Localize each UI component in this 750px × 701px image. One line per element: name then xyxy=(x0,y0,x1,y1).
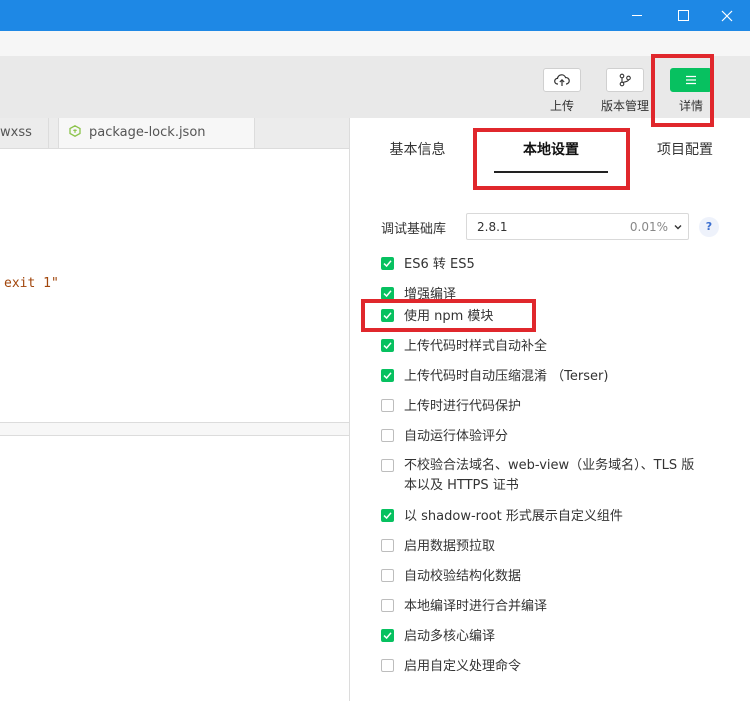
option-label: 不校验合法域名、web-view（业务域名）、TLS 版本以及 HTTPS 证书 xyxy=(404,458,695,493)
tab-basic-info[interactable]: 基本信息 xyxy=(365,118,470,182)
option-label: 自动校验结构化数据 xyxy=(404,569,522,584)
close-button[interactable] xyxy=(704,0,750,31)
option-label: 启动多核心编译 xyxy=(404,629,496,644)
check-icon xyxy=(383,342,392,350)
option-upload-code-protect[interactable]: 上传时进行代码保护 xyxy=(381,398,521,415)
upload-label: 上传 xyxy=(549,99,574,113)
menu-icon xyxy=(670,68,712,92)
option-label: 启用自定义处理命令 xyxy=(404,659,522,674)
check-icon xyxy=(383,312,392,320)
checkbox[interactable] xyxy=(381,257,394,270)
branch-icon xyxy=(606,68,644,92)
checkbox[interactable] xyxy=(381,369,394,382)
option-skip-domain-check[interactable]: 不校验合法域名、web-view（业务域名）、TLS 版本以及 HTTPS 证书 xyxy=(381,458,704,496)
option-label: 上传代码时样式自动补全 xyxy=(404,339,548,354)
option-upload-style-autocomplete[interactable]: 上传代码时样式自动补全 xyxy=(381,338,547,355)
debug-lib-label: 调试基础库 xyxy=(381,222,447,237)
editor-tab-label: wxss xyxy=(0,125,32,140)
details-button[interactable]: 详情 xyxy=(663,68,719,114)
minimize-button[interactable] xyxy=(614,0,660,31)
tab-label: 基本信息 xyxy=(389,142,446,158)
chevron-down-icon xyxy=(674,225,682,230)
editor-tab-bar: wxss package-lock.json xyxy=(0,118,350,149)
upload-button[interactable]: 上传 xyxy=(534,68,590,114)
option-use-npm-module[interactable]: 使用 npm 模块 xyxy=(381,308,493,325)
option-es6-to-es5[interactable]: ES6 转 ES5 xyxy=(381,256,475,273)
check-icon xyxy=(383,372,392,380)
checkbox[interactable] xyxy=(381,569,394,582)
option-label: 增强编译 xyxy=(404,287,457,302)
option-label: 启用数据预拉取 xyxy=(404,539,496,554)
checkbox[interactable] xyxy=(381,309,394,322)
option-label: 使用 npm 模块 xyxy=(404,309,494,324)
option-merge-compile[interactable]: 本地编译时进行合并编译 xyxy=(381,598,547,615)
checkbox[interactable] xyxy=(381,509,394,522)
option-auto-run-score[interactable]: 自动运行体验评分 xyxy=(381,428,508,445)
lib-usage-percent: 0.01% xyxy=(629,220,668,234)
checkbox[interactable] xyxy=(381,659,394,672)
json-file-icon xyxy=(69,125,81,137)
toolbar: 上传 版本管理 详情 xyxy=(0,56,750,119)
maximize-icon xyxy=(677,10,689,21)
cloud-upload-icon xyxy=(543,68,581,92)
option-upload-minify-terser[interactable]: 上传代码时自动压缩混淆 （Terser) xyxy=(381,368,608,385)
tab-project-config[interactable]: 项目配置 xyxy=(640,118,730,182)
code-line: exit 1" xyxy=(4,276,59,291)
option-label: 上传时进行代码保护 xyxy=(404,399,522,414)
details-label: 详情 xyxy=(678,99,703,113)
close-icon xyxy=(721,10,733,21)
option-label: 本地编译时进行合并编译 xyxy=(404,599,548,614)
panel-divider[interactable] xyxy=(0,422,349,436)
editor-tab-package-lock[interactable]: package-lock.json xyxy=(58,118,255,148)
checkbox[interactable] xyxy=(381,629,394,642)
option-enhanced-compile[interactable]: 增强编译 xyxy=(381,286,456,303)
check-icon xyxy=(383,290,392,298)
checkbox[interactable] xyxy=(381,539,394,552)
lib-version-value: 2.8.1 xyxy=(477,220,508,234)
checkbox[interactable] xyxy=(381,399,394,412)
minimize-icon xyxy=(632,15,642,16)
code-editor[interactable]: exit 1" xyxy=(0,149,349,701)
option-label: ES6 转 ES5 xyxy=(404,257,475,272)
option-custom-commands[interactable]: 启用自定义处理命令 xyxy=(381,658,521,675)
option-shadow-root-components[interactable]: 以 shadow-root 形式展示自定义组件 xyxy=(381,508,623,525)
version-management-button[interactable]: 版本管理 xyxy=(597,68,653,114)
option-multi-core-compile[interactable]: 启动多核心编译 xyxy=(381,628,495,645)
debug-lib-select[interactable]: 2.8.1 0.01% xyxy=(466,213,689,240)
help-icon[interactable]: ? xyxy=(699,217,719,237)
option-label: 上传代码时自动压缩混淆 （Terser) xyxy=(404,369,609,384)
checkbox[interactable] xyxy=(381,339,394,352)
editor-tab-wxss[interactable]: wxss xyxy=(0,118,49,148)
option-label: 自动运行体验评分 xyxy=(404,429,509,444)
editor-tab-label: package-lock.json xyxy=(89,125,206,140)
check-icon xyxy=(383,512,392,520)
check-icon xyxy=(383,260,392,268)
option-auto-validate-structured-data[interactable]: 自动校验结构化数据 xyxy=(381,568,521,585)
tab-label: 本地设置 xyxy=(523,142,579,158)
checkbox[interactable] xyxy=(381,599,394,612)
checkbox[interactable] xyxy=(381,287,394,300)
menu-strip xyxy=(0,31,750,57)
checkbox[interactable] xyxy=(381,459,394,472)
version-management-label: 版本管理 xyxy=(600,99,649,113)
option-label: 以 shadow-root 形式展示自定义组件 xyxy=(404,509,623,524)
details-panel: 基本信息 本地设置 项目配置 调试基础库 2.8.1 0.01% ? ES6 转… xyxy=(349,118,750,701)
active-tab-indicator xyxy=(494,171,608,173)
tab-local-settings[interactable]: 本地设置 xyxy=(494,118,608,182)
check-icon xyxy=(383,632,392,640)
checkbox[interactable] xyxy=(381,429,394,442)
maximize-button[interactable] xyxy=(660,0,706,31)
option-enable-data-prefetch[interactable]: 启用数据预拉取 xyxy=(381,538,495,555)
window-titlebar xyxy=(0,0,750,31)
tab-label: 项目配置 xyxy=(657,142,713,158)
